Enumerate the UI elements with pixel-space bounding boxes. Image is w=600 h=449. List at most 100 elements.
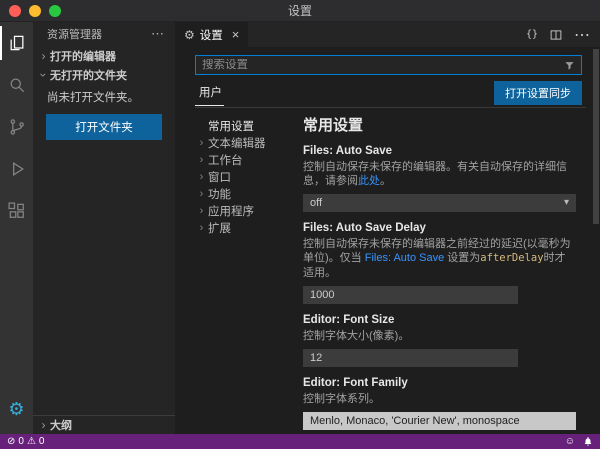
no-folder-section[interactable]: › 无打开的文件夹 bbox=[33, 65, 175, 84]
more-actions-icon[interactable]: ⋯ bbox=[574, 25, 590, 45]
close-tab-icon[interactable]: × bbox=[232, 27, 240, 42]
settings-gear-icon: ⚙ bbox=[184, 28, 195, 42]
toc-item-window[interactable]: ›窗口 bbox=[195, 168, 297, 185]
settings-list: Files: Auto Save 控制自动保存未保存的编辑器。有关自动保存的详细信… bbox=[303, 145, 576, 434]
setting-item: Files: Auto Save Delay 控制自动保存未保存的编辑器之前经过的… bbox=[303, 222, 576, 304]
window-title: 设置 bbox=[288, 2, 312, 19]
no-folder-label: 无打开的文件夹 bbox=[50, 67, 127, 83]
desc-text: 控制自动保存未保存的编辑器。有关自动保存的详细信息，请参阅 bbox=[303, 161, 567, 187]
activity-bar: ⚙ bbox=[0, 22, 33, 434]
setting-description: 控制字体系列。 bbox=[303, 392, 576, 406]
warning-icon: ⚠ bbox=[27, 436, 36, 447]
minimize-window-button[interactable] bbox=[29, 5, 41, 17]
settings-heading: 常用设置 bbox=[303, 114, 576, 135]
settings-toc: 常用设置›文本编辑器›工作台›窗口›功能›应用程序›扩展 bbox=[195, 114, 297, 434]
toc-item-label: 工作台 bbox=[208, 152, 243, 168]
toc-item-text-editor[interactable]: ›文本编辑器 bbox=[195, 134, 297, 151]
open-editors-label: 打开的编辑器 bbox=[50, 48, 116, 64]
setting-select[interactable]: off ▾ bbox=[303, 194, 576, 212]
setting-title: Files: Auto Save bbox=[303, 145, 576, 157]
chevron-right-icon: › bbox=[195, 188, 208, 200]
split-editor-icon[interactable] bbox=[550, 29, 562, 41]
desc-text: 设置为 bbox=[444, 252, 480, 264]
sidebar-title: 资源管理器 bbox=[47, 26, 102, 42]
sidebar-header: 资源管理器 ⋯ bbox=[33, 22, 175, 46]
settings-search bbox=[195, 55, 582, 75]
notifications-bell-icon[interactable] bbox=[583, 436, 593, 447]
settings-search-input[interactable] bbox=[196, 59, 558, 71]
error-icon: ⊘ bbox=[7, 436, 15, 447]
vscode-window: 设置 bbox=[0, 0, 600, 449]
status-bar: ⊘ 0 ⚠ 0 ☺ bbox=[0, 434, 600, 449]
toc-item-label: 扩展 bbox=[208, 220, 231, 236]
setting-title: Files: Auto Save Delay bbox=[303, 222, 576, 234]
close-window-button[interactable] bbox=[9, 5, 21, 17]
sidebar-explorer: 资源管理器 ⋯ › 打开的编辑器 › 无打开的文件夹 尚未打开文件夹。 打开文件… bbox=[33, 22, 175, 434]
settings-list-wrap: 常用设置 Files: Auto Save 控制自动保存未保存的编辑器。有关自动保… bbox=[297, 114, 586, 434]
setting-link[interactable]: Files: Auto Save bbox=[365, 252, 445, 264]
problems-indicator[interactable]: ⊘ 0 ⚠ 0 bbox=[7, 436, 44, 447]
maximize-window-button[interactable] bbox=[49, 5, 61, 17]
setting-input[interactable] bbox=[303, 286, 518, 304]
filter-icon[interactable] bbox=[558, 60, 581, 71]
scrollbar[interactable] bbox=[592, 47, 600, 434]
setting-item: Files: Auto Save 控制自动保存未保存的编辑器。有关自动保存的详细信… bbox=[303, 145, 576, 212]
toc-item-features[interactable]: ›功能 bbox=[195, 185, 297, 202]
outline-label: 大纲 bbox=[50, 417, 72, 433]
editor-actions: {} ⋯ bbox=[516, 22, 600, 47]
chevron-down-icon: › bbox=[37, 68, 51, 81]
setting-input[interactable] bbox=[303, 349, 518, 367]
settings-scope-bar: 用户 打开设置同步 bbox=[195, 82, 586, 108]
setting-link[interactable]: 此处 bbox=[358, 175, 380, 187]
setting-description: 控制自动保存未保存的编辑器之前经过的延迟(以毫秒为单位)。仅当 Files: A… bbox=[303, 237, 576, 280]
toc-item-application[interactable]: ›应用程序 bbox=[195, 202, 297, 219]
tab-label: 设置 bbox=[200, 27, 223, 43]
files-icon[interactable] bbox=[0, 22, 33, 64]
run-debug-icon[interactable] bbox=[0, 148, 33, 190]
tab-user-settings[interactable]: 用户 bbox=[195, 84, 224, 106]
toc-item-label: 应用程序 bbox=[208, 203, 254, 219]
open-editors-section[interactable]: › 打开的编辑器 bbox=[33, 46, 175, 65]
chevron-right-icon: › bbox=[37, 49, 50, 63]
settings-sync-button[interactable]: 打开设置同步 bbox=[494, 81, 582, 105]
setting-title: Editor: Font Size bbox=[303, 314, 576, 326]
toc-item-workbench[interactable]: ›工作台 bbox=[195, 151, 297, 168]
tab-settings[interactable]: ⚙ 设置 × bbox=[175, 22, 248, 47]
extensions-icon[interactable] bbox=[0, 190, 33, 232]
code-snippet: afterDelay bbox=[480, 252, 543, 264]
chevron-right-icon: › bbox=[195, 222, 208, 234]
setting-description: 控制自动保存未保存的编辑器。有关自动保存的详细信息，请参阅此处。 bbox=[303, 160, 576, 189]
workbench: ⚙ 资源管理器 ⋯ › 打开的编辑器 › 无打开的文件夹 尚未打开文件夹。 打开… bbox=[0, 22, 600, 434]
gear-glyph: ⚙ bbox=[8, 400, 24, 418]
toc-item-label: 常用设置 bbox=[208, 118, 254, 134]
settings-body: 常用设置›文本编辑器›工作台›窗口›功能›应用程序›扩展 常用设置 Files:… bbox=[195, 114, 586, 434]
tab-bar: ⚙ 设置 × {} ⋯ bbox=[175, 22, 600, 47]
outline-section[interactable]: › 大纲 bbox=[33, 415, 175, 434]
window-controls bbox=[9, 5, 61, 17]
manage-gear-icon[interactable]: ⚙ bbox=[0, 388, 33, 430]
chevron-down-icon: ▾ bbox=[564, 197, 569, 208]
desc-text: 。 bbox=[380, 175, 391, 187]
setting-title: Editor: Font Family bbox=[303, 377, 576, 389]
feedback-smiley-icon[interactable]: ☺ bbox=[565, 436, 575, 447]
setting-input[interactable] bbox=[303, 412, 576, 430]
source-control-icon[interactable] bbox=[0, 106, 33, 148]
more-actions-icon[interactable]: ⋯ bbox=[151, 26, 165, 42]
search-icon[interactable] bbox=[0, 64, 33, 106]
toc-item-label: 功能 bbox=[208, 186, 231, 202]
no-folder-message: 尚未打开文件夹。 bbox=[33, 84, 175, 108]
editor-group: ⚙ 设置 × {} ⋯ bbox=[175, 22, 600, 434]
warning-count: 0 bbox=[39, 436, 45, 447]
setting-item: Editor: Font Family 控制字体系列。 bbox=[303, 377, 576, 430]
title-bar: 设置 bbox=[0, 0, 600, 22]
chevron-right-icon: › bbox=[195, 137, 208, 149]
toc-item-extensions[interactable]: ›扩展 bbox=[195, 219, 297, 236]
setting-item: Editor: Font Size控制字体大小(像素)。 bbox=[303, 314, 576, 367]
scrollbar-thumb[interactable] bbox=[593, 49, 599, 224]
status-bar-right: ☺ bbox=[565, 436, 593, 447]
select-value: off bbox=[310, 197, 322, 209]
open-folder-button[interactable]: 打开文件夹 bbox=[46, 114, 162, 140]
open-settings-json-icon[interactable]: {} bbox=[526, 29, 538, 40]
error-count: 0 bbox=[18, 436, 24, 447]
toc-item-commonly-used[interactable]: 常用设置 bbox=[195, 117, 297, 134]
